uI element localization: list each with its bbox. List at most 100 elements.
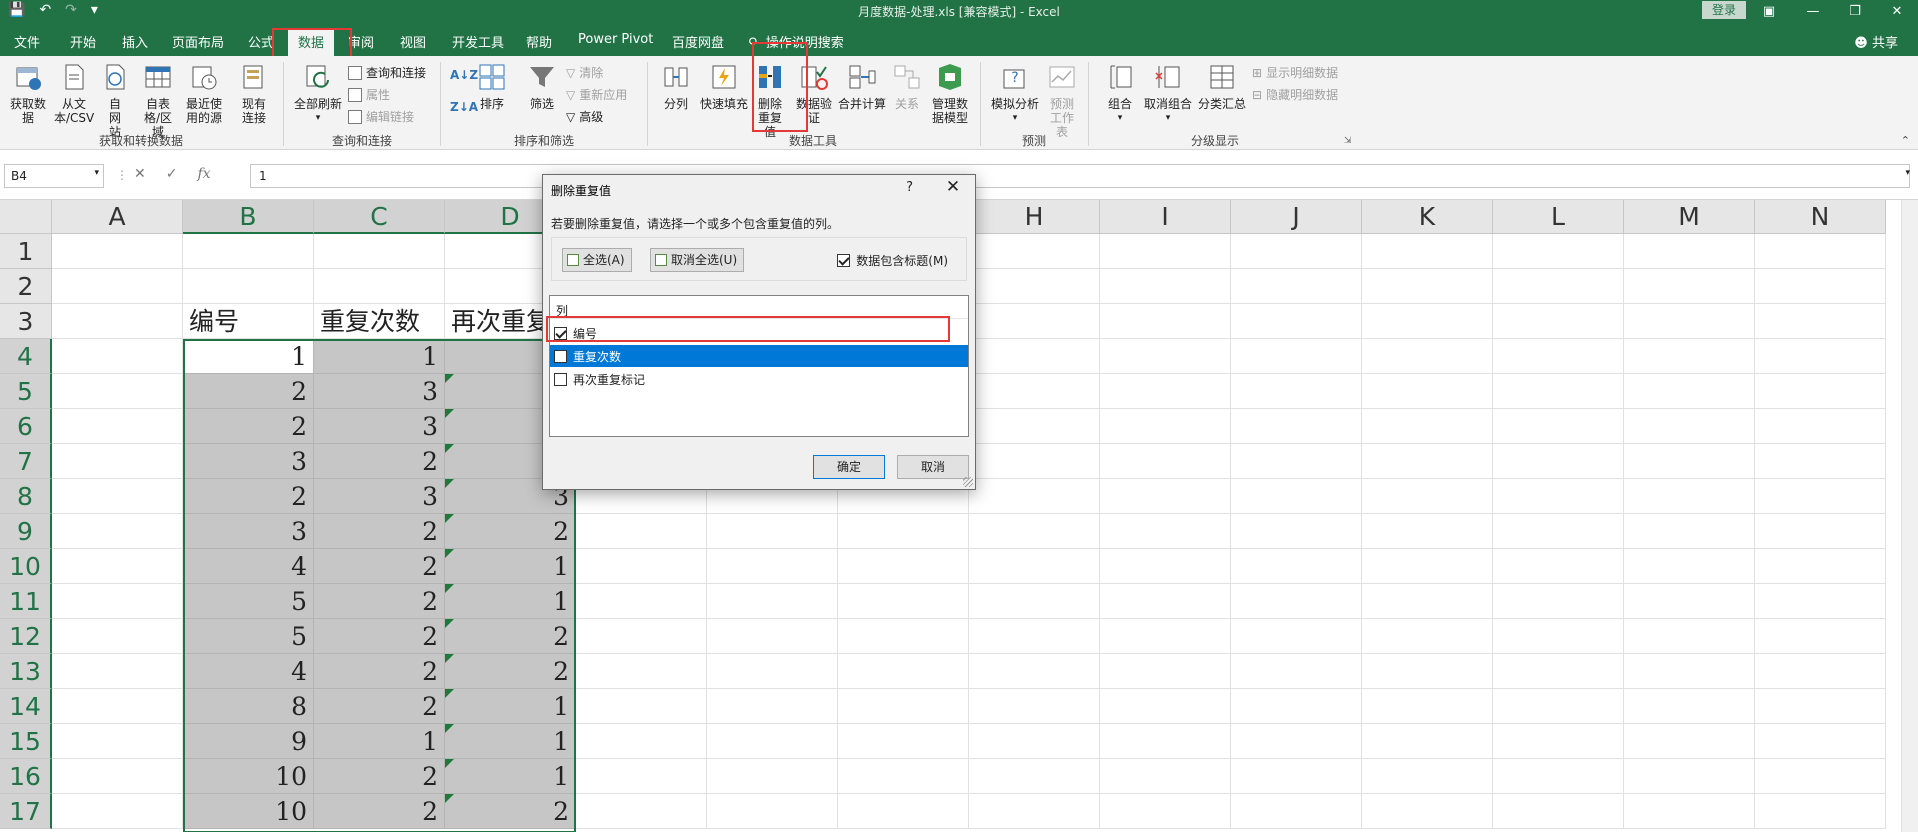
cell[interactable]	[1624, 759, 1755, 794]
tab-4[interactable]: 公式	[248, 32, 274, 51]
cell[interactable]	[969, 444, 1100, 479]
cell[interactable]	[1493, 549, 1624, 584]
tab-5[interactable]: 数据	[288, 28, 335, 56]
cell[interactable]	[1100, 724, 1231, 759]
cell[interactable]	[52, 339, 183, 374]
cell[interactable]	[707, 619, 838, 654]
cell[interactable]	[838, 689, 969, 724]
text-to-columns-button[interactable]: 分列	[658, 62, 694, 111]
cell[interactable]	[576, 619, 707, 654]
row-header[interactable]: 10	[0, 549, 52, 584]
cell[interactable]	[1362, 689, 1493, 724]
row-header[interactable]: 15	[0, 724, 52, 759]
tab-1[interactable]: 开始	[70, 32, 96, 51]
cell[interactable]	[1493, 759, 1624, 794]
cell[interactable]: 1	[183, 339, 314, 374]
cell[interactable]	[1231, 689, 1362, 724]
close-icon[interactable]: ✕	[943, 177, 963, 197]
cell[interactable]	[1624, 304, 1755, 339]
cell[interactable]	[52, 234, 183, 269]
column-header-j[interactable]: J	[1231, 200, 1362, 234]
cell[interactable]: 2	[314, 619, 445, 654]
cell[interactable]	[1231, 304, 1362, 339]
row-header[interactable]: 11	[0, 584, 52, 619]
cell[interactable]: 5	[183, 619, 314, 654]
cell[interactable]	[1231, 514, 1362, 549]
cell[interactable]	[707, 759, 838, 794]
sort-button[interactable]: 排序	[474, 62, 510, 111]
cell[interactable]	[52, 549, 183, 584]
cell[interactable]	[1493, 654, 1624, 689]
cell[interactable]: 1	[314, 724, 445, 759]
cell[interactable]	[1493, 444, 1624, 479]
cell[interactable]: 2	[314, 794, 445, 829]
row-header[interactable]: 5	[0, 374, 52, 409]
cell[interactable]	[576, 759, 707, 794]
row-header[interactable]: 14	[0, 689, 52, 724]
cell[interactable]	[1231, 549, 1362, 584]
header-cell[interactable]: 编号	[183, 304, 314, 339]
cell[interactable]	[838, 514, 969, 549]
cell[interactable]: 1	[445, 549, 576, 584]
cell[interactable]	[1100, 689, 1231, 724]
cell[interactable]	[576, 724, 707, 759]
cell[interactable]: 1	[445, 759, 576, 794]
manage-data-model-button[interactable]: 管理数据模型	[928, 62, 972, 125]
cell[interactable]	[838, 724, 969, 759]
cell[interactable]: 2	[183, 409, 314, 444]
cell[interactable]	[1624, 444, 1755, 479]
cell[interactable]	[838, 584, 969, 619]
dialog-launcher-icon[interactable]: ⇲	[1344, 136, 1352, 146]
tab-3[interactable]: 页面布局	[172, 32, 224, 51]
cell[interactable]	[314, 234, 445, 269]
cell[interactable]	[1624, 724, 1755, 759]
from-text-csv-button[interactable]: 从文本/CSV	[52, 62, 96, 125]
cell[interactable]	[1231, 479, 1362, 514]
cell[interactable]	[1755, 549, 1886, 584]
resize-grip[interactable]	[963, 477, 973, 487]
cell[interactable]	[1231, 654, 1362, 689]
cell[interactable]	[1100, 444, 1231, 479]
existing-connections-button[interactable]: 现有连接	[234, 62, 274, 125]
minimize-icon[interactable]: —	[1792, 0, 1834, 24]
cell[interactable]	[969, 689, 1100, 724]
vertical-scrollbar[interactable]	[1901, 200, 1918, 832]
column-list-item[interactable]: 再次重复标记	[550, 368, 968, 390]
cell[interactable]	[52, 374, 183, 409]
from-web-button[interactable]: 自网站	[98, 62, 132, 139]
cell[interactable]	[1362, 759, 1493, 794]
cell[interactable]: 1	[314, 339, 445, 374]
cell[interactable]: 3	[314, 374, 445, 409]
cell[interactable]	[1362, 549, 1493, 584]
subtotal-button[interactable]: 分类汇总	[1196, 62, 1248, 111]
row-header[interactable]: 6	[0, 409, 52, 444]
tab-11[interactable]: 百度网盘	[672, 32, 724, 51]
cell[interactable]: 2	[314, 584, 445, 619]
cell[interactable]	[1493, 234, 1624, 269]
cell[interactable]	[1493, 619, 1624, 654]
cell[interactable]	[1755, 689, 1886, 724]
cell[interactable]	[1755, 234, 1886, 269]
ungroup-button[interactable]: 取消组合 ▾	[1142, 62, 1194, 125]
cell[interactable]	[576, 584, 707, 619]
cell[interactable]	[1362, 619, 1493, 654]
cell[interactable]	[52, 304, 183, 339]
cell[interactable]	[1231, 374, 1362, 409]
cell[interactable]	[576, 549, 707, 584]
header-cell[interactable]: 重复次数	[314, 304, 445, 339]
cancel-button[interactable]: 取消	[897, 455, 969, 479]
cell[interactable]	[838, 549, 969, 584]
name-box-dropdown-icon[interactable]: ▾	[94, 168, 99, 178]
cell[interactable]	[1231, 269, 1362, 304]
cell[interactable]	[1493, 479, 1624, 514]
cell[interactable]	[969, 654, 1100, 689]
properties-button[interactable]: 属性	[348, 86, 390, 103]
refresh-all-button[interactable]: 全部刷新 ▾	[290, 62, 346, 125]
cell[interactable]: 3	[183, 444, 314, 479]
cell[interactable]: 1	[445, 689, 576, 724]
restore-icon[interactable]: ❐	[1834, 0, 1876, 24]
select-all-corner[interactable]	[0, 200, 52, 234]
cell[interactable]	[1100, 654, 1231, 689]
column-header-a[interactable]: A	[52, 200, 183, 234]
cell[interactable]	[1100, 479, 1231, 514]
